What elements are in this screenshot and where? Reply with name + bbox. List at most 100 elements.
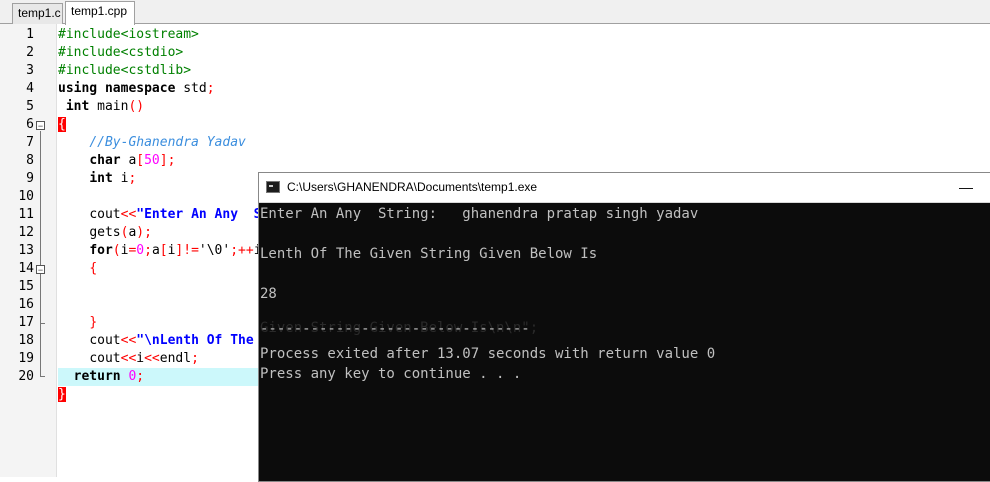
code-line-2: #include<cstdio> [58,44,183,62]
identifier: cout [89,207,121,222]
tab-temp1-c[interactable]: temp1.c [12,3,63,24]
code-line-8: char a[50]; [58,152,175,170]
identifier: i [112,171,129,186]
keyword: return [73,369,121,384]
line-number: 10 [18,189,34,204]
preprocessor-directive: #include<cstdio> [58,45,184,60]
fold-collapse-icon[interactable]: − [36,265,45,275]
line-number: 12 [18,225,34,240]
symbol: ]; [159,153,176,168]
symbol: ); [136,225,152,240]
line-number: 15 [18,279,34,294]
line-number: 5 [26,99,34,114]
line-number-gutter: 1 2 3 4 5 6 7 8 9 10 11 12 13 14 15 16 1… [0,24,57,477]
code-line-12: gets(a); [58,224,152,242]
symbol: ( [112,243,121,258]
operator: << [120,351,137,366]
symbol: [ [159,243,168,258]
symbol: } [89,315,98,330]
code-line-9: int i; [58,170,136,188]
minimize-button[interactable]: — [959,173,973,201]
line-number: 17 [18,315,34,330]
console-line: Lenth Of The Given String Given Below Is [260,246,598,262]
line-number: 13 [18,243,34,258]
identifier: i [136,351,145,366]
line-number: 2 [26,45,34,60]
identifier: endl [159,351,192,366]
console-title: C:\Users\GHANENDRA\Documents\temp1.exe [287,180,538,194]
line-number: 9 [26,171,34,186]
symbol: { [89,261,98,276]
code-line-5: int main() [58,98,144,116]
symbol: ; [206,81,215,96]
line-number: 7 [26,135,34,150]
console-title-bar[interactable]: C:\Users\GHANENDRA\Documents\temp1.exe — [259,173,990,203]
console-line: Press any key to continue . . . [260,366,522,382]
matched-brace: } [58,387,66,402]
symbol: ; [191,351,199,366]
code-line-19: return 0; [58,368,144,386]
line-number: 20 [18,369,34,384]
console-app-icon [266,181,280,193]
identifier: a [120,153,137,168]
line-number: 4 [26,81,34,96]
operator: << [144,351,160,366]
tab-temp1-cpp[interactable]: temp1.cpp [65,1,135,25]
symbol: ; [128,171,137,186]
fold-guide-line [40,131,41,376]
code-line-7: //By-Ghanendra Yadav [58,134,246,152]
symbol: ; [144,243,152,258]
symbol: () [128,99,145,114]
keyword: char [89,153,121,168]
matched-brace: { [58,117,66,132]
editor-tab-bar: temp1.c temp1.cpp [0,0,990,25]
fold-end-marker [40,376,45,377]
console-line: 28 [260,286,277,302]
identifier: a [151,243,160,258]
operator: << [120,207,137,222]
console-output[interactable]: Enter An Any String: ghanendra pratap si… [259,203,990,481]
code-line-1: #include<iostream> [58,26,199,44]
code-line-3: #include<cstdlib> [58,62,191,80]
identifier: main [89,99,129,114]
identifier: cout [89,333,121,348]
keyword: int [58,99,90,114]
identifier: gets [89,225,121,240]
char-literal: '\0' [198,243,231,258]
line-number: 18 [18,333,34,348]
console-line: Enter An Any String: ghanendra pratap si… [260,206,699,222]
line-number: 16 [18,297,34,312]
line-number: 11 [18,207,34,222]
number-literal: 0 [120,369,137,384]
operator: ;++ [230,243,254,258]
code-line-14: { [58,260,97,278]
identifier: std [175,81,207,96]
code-line-6: { [58,116,66,134]
code-line-18: cout<<i<<endl; [58,350,199,368]
comment: //By-Ghanendra Yadav [89,135,246,150]
line-number: 8 [26,153,34,168]
keyword: for [89,243,113,258]
line-number: 1 [26,27,34,42]
line-number: 6 [26,117,34,132]
fold-collapse-icon[interactable]: − [36,121,45,131]
keyword: int [89,171,113,186]
operator: << [120,333,137,348]
code-line-4: using namespace std; [58,80,215,98]
symbol: ; [136,369,145,384]
operator: ]!= [175,243,199,258]
identifier: cout [89,351,121,366]
number-literal: 0 [136,243,145,258]
code-line-13: for(i=0;a[i]!='\0';++i) [58,242,269,260]
console-separator: -------------------------------- [260,321,530,337]
line-number: 19 [18,351,34,366]
keyword: using namespace [58,81,176,96]
line-number: 14 [18,261,34,276]
code-line-16: } [58,314,97,332]
console-window[interactable]: C:\Users\GHANENDRA\Documents\temp1.exe —… [258,172,990,482]
symbol: [ [136,153,145,168]
fold-end-marker [40,323,45,324]
console-line: Process exited after 13.07 seconds with … [260,346,716,362]
code-line-20: } [58,386,66,404]
preprocessor-directive: #include<cstdlib> [58,63,192,78]
